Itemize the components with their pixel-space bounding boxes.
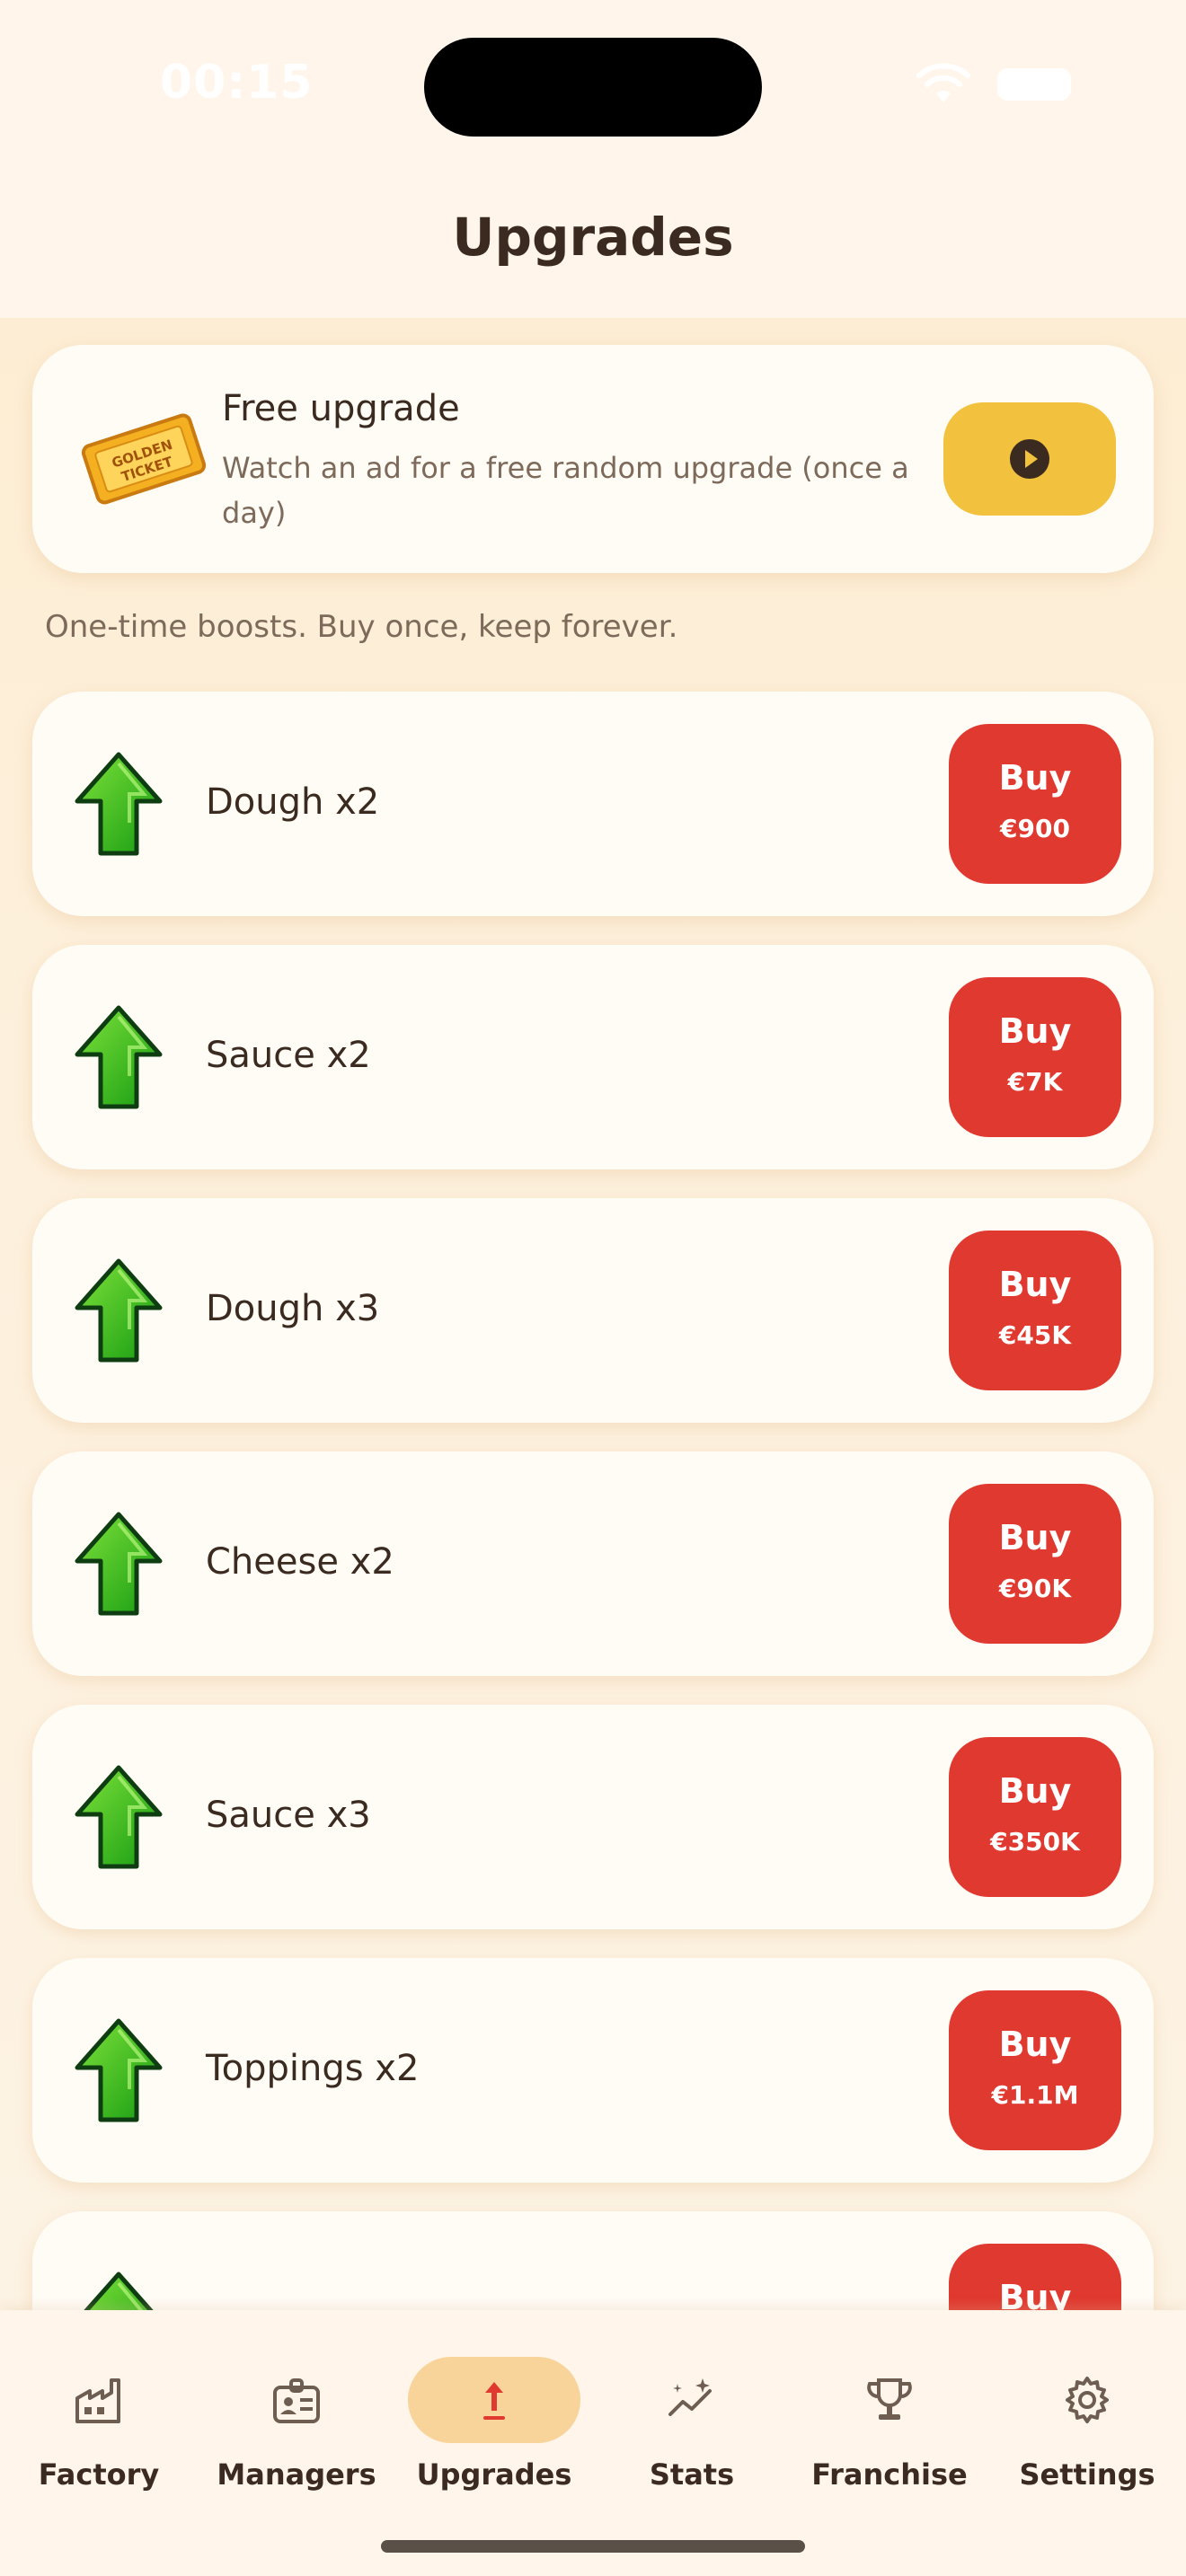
buy-price: €45K: [998, 1320, 1072, 1350]
buy-label: Buy: [998, 2025, 1072, 2064]
tab-bar: Factory Managers Upgrades Stats Franchis…: [0, 2310, 1186, 2576]
tab-label: Upgrades: [416, 2457, 572, 2492]
buy-label: Buy: [998, 758, 1072, 798]
buy-label: Buy: [998, 1265, 1072, 1304]
upgrade-row: Cheese x2 Buy €90K: [32, 1451, 1154, 1676]
page-title: Upgrades: [452, 207, 734, 268]
factory-icon: [75, 2378, 120, 2423]
golden-ticket-icon: GOLDEN TICKET: [81, 413, 207, 505]
buy-price: €350K: [990, 1827, 1080, 1857]
promo-title: Free upgrade: [222, 388, 460, 429]
free-upgrade-card: GOLDEN TICKET Free upgrade Watch an ad f…: [32, 345, 1154, 573]
buy-label: Buy: [998, 1518, 1072, 1557]
buy-button[interactable]: Buy €7K: [949, 977, 1121, 1137]
upgrade-arrow-icon: [75, 1005, 163, 1109]
trophy-icon: [867, 2378, 912, 2420]
upgrade-name: Toppings x2: [206, 2048, 420, 2089]
tab-icon-wrap: [13, 2357, 185, 2443]
upgrade-arrow-icon: [483, 2382, 505, 2420]
status-time: 00:15: [160, 56, 314, 110]
home-indicator: [381, 2540, 805, 2553]
upgrade-name: Cheese x2: [206, 1541, 394, 1583]
tab-icon-wrap: [1001, 2357, 1173, 2443]
tab-franchise[interactable]: Franchise: [791, 2341, 988, 2502]
tab-upgrades[interactable]: Upgrades: [395, 2341, 593, 2502]
tab-stats[interactable]: Stats: [593, 2341, 791, 2502]
upgrade-name: Dough x2: [206, 781, 380, 823]
upgrade-row: Toppings x2 Buy €1.1M: [32, 1958, 1154, 2183]
buy-button[interactable]: Buy €900: [949, 724, 1121, 884]
wifi-icon: [916, 63, 970, 102]
buy-button[interactable]: Buy €1.1M: [949, 1990, 1121, 2150]
buy-label: Buy: [998, 1771, 1072, 1811]
play-icon: [1010, 439, 1049, 479]
id-badge-icon: [273, 2378, 320, 2423]
tab-icon-wrap: [210, 2357, 383, 2443]
tab-factory[interactable]: Factory: [0, 2341, 198, 2502]
battery-icon: [997, 68, 1071, 101]
tab-label: Settings: [1019, 2457, 1155, 2492]
buy-button[interactable]: Buy €90K: [949, 1484, 1121, 1644]
upgrade-row: Sauce x3 Buy €350K: [32, 1705, 1154, 1929]
upgrade-name: Sauce x2: [206, 1035, 371, 1076]
tab-icon-wrap: [606, 2357, 778, 2443]
upgrade-row: Sauce x2 Buy €7K: [32, 945, 1154, 1169]
tab-managers[interactable]: Managers: [198, 2341, 395, 2502]
upgrade-arrow-icon: [75, 752, 163, 856]
tab-label: Franchise: [811, 2457, 968, 2492]
upgrades-subtitle: One-time boosts. Buy once, keep forever.: [45, 609, 678, 645]
gear-icon: [1066, 2377, 1109, 2423]
status-bar: 00:15: [0, 0, 1186, 171]
buy-button[interactable]: Buy €350K: [949, 1737, 1121, 1897]
promo-description: Watch an ad for a free random upgrade (o…: [222, 451, 909, 530]
upgrade-arrow-icon: [75, 1258, 163, 1363]
buy-price: €1.1M: [991, 2080, 1079, 2110]
stats-sparkle-icon: [668, 2378, 712, 2416]
upgrade-row: Dough x3 Buy €45K: [32, 1198, 1154, 1423]
tab-icon-wrap: [803, 2357, 976, 2443]
tab-settings[interactable]: Settings: [988, 2341, 1186, 2502]
dynamic-island: [424, 38, 762, 137]
buy-button[interactable]: Buy €45K: [949, 1231, 1121, 1390]
buy-price: €900: [1000, 814, 1070, 843]
tab-icon-wrap: [408, 2357, 580, 2443]
upgrade-row: Dough x2 Buy €900: [32, 692, 1154, 916]
watch-ad-button[interactable]: [943, 402, 1116, 516]
upgrade-arrow-icon: [75, 1765, 163, 1869]
upgrade-arrow-icon: [75, 2018, 163, 2122]
buy-price: €7K: [1007, 1067, 1063, 1097]
tab-label: Factory: [38, 2457, 160, 2492]
tab-label: Managers: [217, 2457, 376, 2492]
upgrade-name: Sauce x3: [206, 1795, 371, 1836]
buy-price: €90K: [998, 1574, 1072, 1603]
buy-label: Buy: [998, 1011, 1072, 1051]
upgrade-name: Dough x3: [206, 1288, 380, 1329]
tab-label: Stats: [649, 2457, 735, 2492]
upgrade-arrow-icon: [75, 1512, 163, 1616]
